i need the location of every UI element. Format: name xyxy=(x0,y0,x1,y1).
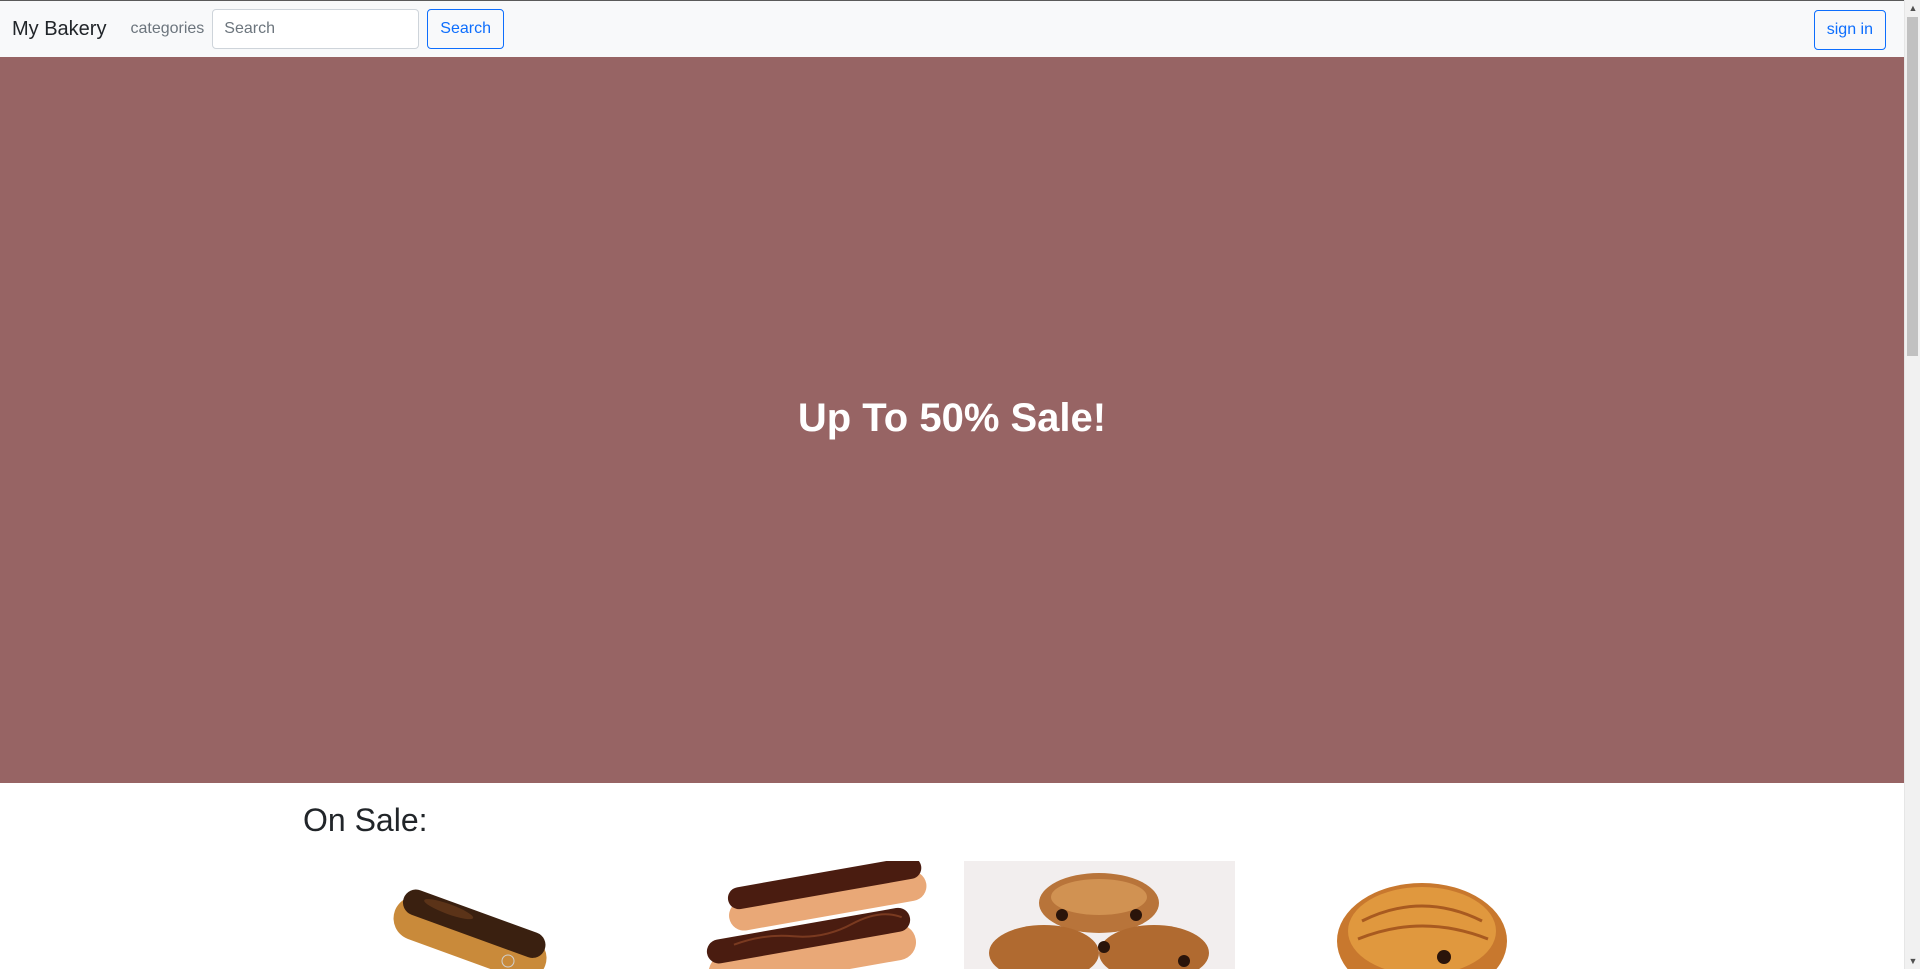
arrow-up-icon[interactable]: ▲ xyxy=(1905,0,1920,16)
scrollbar-thumb[interactable] xyxy=(1907,17,1918,356)
navbar: My Bakery categories Search sign in xyxy=(0,0,1904,57)
product-card-chocolate-croissant[interactable] xyxy=(1282,861,1553,969)
search-button[interactable]: Search xyxy=(427,9,504,49)
arrow-down-icon[interactable]: ▼ xyxy=(1905,953,1920,969)
on-sale-heading: On Sale: xyxy=(303,802,428,838)
pain-au-chocolat-stack-image xyxy=(964,861,1235,969)
categories-link[interactable]: categories xyxy=(130,20,204,38)
chocolate-croissant-image xyxy=(1282,861,1553,969)
product-card-eclair[interactable] xyxy=(352,861,623,969)
hero-title: Up To 50% Sale! xyxy=(797,395,1107,440)
hero-banner: Up To 50% Sale! xyxy=(0,57,1904,783)
sign-in-button[interactable]: sign in xyxy=(1813,10,1886,50)
product-card-pain-au-chocolat-stack[interactable] xyxy=(964,861,1235,969)
chocolate-eclairs-image xyxy=(671,861,942,969)
brand-logo[interactable]: My Bakery xyxy=(12,18,106,41)
product-card-chocolate-eclairs[interactable] xyxy=(671,861,942,969)
eclair-image xyxy=(352,861,623,969)
vertical-scrollbar[interactable]: ▲ ▼ xyxy=(1904,0,1920,969)
search-input[interactable] xyxy=(212,9,420,49)
product-list xyxy=(352,861,1553,969)
